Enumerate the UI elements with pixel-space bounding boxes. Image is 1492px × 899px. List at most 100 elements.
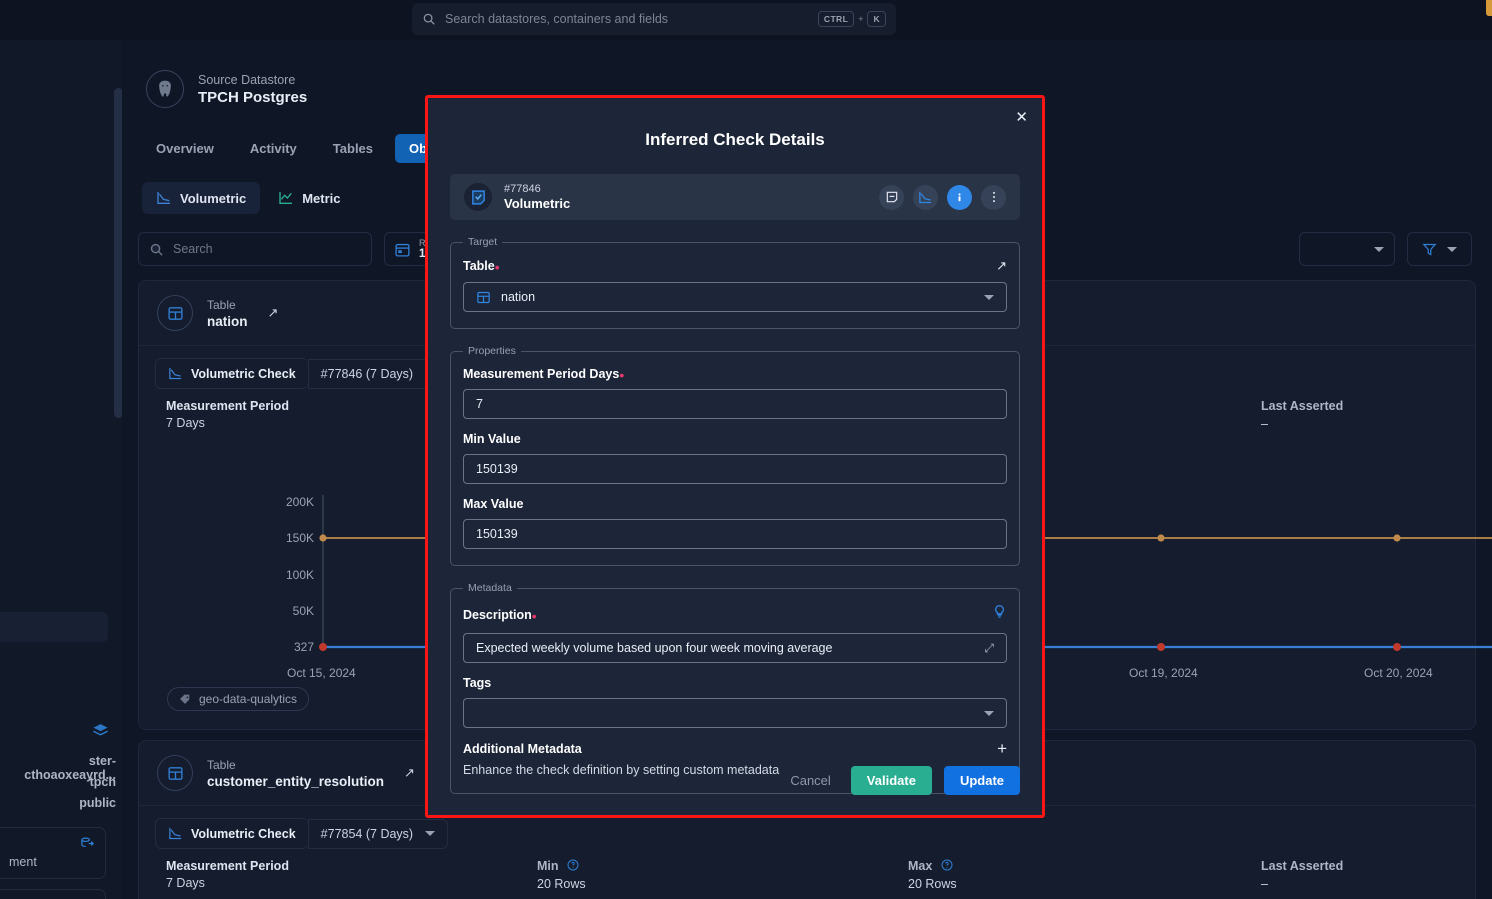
last-asserted-block: Last Asserted – (1261, 399, 1343, 431)
sidebar-selected-item[interactable] (0, 612, 108, 642)
kbd-k: K (867, 11, 886, 27)
table-select[interactable]: nation (463, 282, 1007, 312)
tags-select[interactable] (463, 698, 1007, 728)
validate-button[interactable]: Validate (850, 766, 932, 795)
measurement-period-block: Measurement Period 7 Days (166, 859, 289, 890)
datastore-title: TPCH Postgres (198, 88, 308, 106)
sidebar-db-label: tpch (89, 775, 116, 789)
filter-icon (1422, 243, 1437, 256)
open-target-external-icon[interactable]: ↗ (996, 258, 1007, 274)
help-icon[interactable] (567, 859, 579, 873)
card-table-name: customer_entity_resolution (207, 773, 385, 789)
min-value-input[interactable]: 150139 (463, 454, 1007, 484)
sort-select[interactable] (1299, 232, 1395, 266)
sidebar-box-enrichment-label: ment (9, 855, 37, 869)
update-button[interactable]: Update (943, 766, 1020, 795)
kbd-plus: + (858, 14, 864, 24)
check-type-label: Volumetric Check (191, 366, 296, 381)
close-icon[interactable]: ✕ (1015, 108, 1028, 126)
measurement-period-value: 7 Days (166, 416, 205, 430)
sidebar-schema-label: public (79, 796, 116, 810)
add-metadata-button[interactable]: + (997, 740, 1007, 757)
volumetric-chart-icon (157, 192, 170, 204)
tab-activity[interactable]: Activity (236, 134, 311, 163)
max-value-input[interactable]: 150139 (463, 519, 1007, 549)
last-asserted-value: – (1261, 877, 1268, 891)
table-icon (167, 766, 183, 780)
lightbulb-icon (995, 605, 1004, 618)
tab-tables[interactable]: Tables (319, 134, 387, 163)
sidebar-box-enrichment[interactable]: ment (0, 827, 106, 879)
tag-label: geo-data-qualytics (199, 692, 298, 706)
subtab-metric[interactable]: Metric (264, 182, 354, 214)
measurement-period-days-value: 7 (476, 397, 483, 411)
datastore-header: Source Datastore TPCH Postgres (146, 70, 307, 108)
tag-chip[interactable]: geo-data-qualytics (167, 687, 310, 711)
sidebar-box-add[interactable]: + e (0, 889, 106, 899)
info-button[interactable] (947, 184, 972, 210)
check-search-input[interactable]: Search (138, 232, 372, 266)
description-input[interactable]: Expected weekly volume based upon four w… (463, 633, 1007, 663)
chevron-down-icon (1447, 246, 1457, 252)
top-bar: Search datastores, containers and fields… (0, 0, 1492, 38)
metadata-legend: Metadata (468, 582, 512, 594)
check-search-placeholder: Search (173, 242, 213, 256)
max-value-label: Max Value (463, 497, 524, 511)
check-id-label: #77854 (7 Days) (320, 826, 414, 841)
modal-highlight-outline: ✕ Inferred Check Details #77846 Volumetr… (425, 95, 1045, 818)
database-arrow-icon (80, 836, 95, 856)
measurement-period-days-input[interactable]: 7 (463, 389, 1007, 419)
volumetric-chart-icon (169, 827, 182, 840)
measurement-period-label: Measurement Period (166, 399, 289, 413)
min-label-row: Min (537, 859, 586, 873)
volumetric-chart-icon (169, 367, 182, 380)
metadata-fieldset: Metadata Description • Expected weekly v… (450, 582, 1020, 794)
card-kicker: Table (207, 757, 236, 772)
filter-button[interactable] (1407, 232, 1472, 266)
chevron-down-icon (984, 710, 994, 716)
check-type-pill: Volumetric Check (155, 818, 308, 849)
check-summary-text: #77846 Volumetric (504, 183, 570, 211)
max-label-row: Max (908, 859, 957, 873)
min-value: 20 Rows (537, 877, 586, 891)
additional-metadata-title: Additional Metadata (463, 741, 582, 756)
global-search-input[interactable]: Search datastores, containers and fields… (412, 3, 896, 35)
cancel-button[interactable]: Cancel (782, 767, 838, 794)
min-value-label: Min Value (463, 432, 521, 446)
kbd-ctrl: CTRL (817, 11, 855, 27)
card-table-name: nation (207, 313, 248, 329)
expand-description-icon[interactable]: ⤢ (984, 641, 994, 656)
subtab-volumetric[interactable]: Volumetric (142, 182, 261, 214)
search-icon (423, 13, 435, 25)
table-label-row: Table • ↗ (463, 258, 1007, 275)
note-button[interactable] (879, 184, 904, 210)
x-tick-3: Oct 19, 2024 (1129, 666, 1198, 680)
check-id-dropdown[interactable]: #77854 (7 Days) (307, 818, 449, 849)
volumetric-chart-icon (919, 191, 932, 203)
open-table-external-icon[interactable]: ↗ (268, 305, 279, 321)
dialog-title: Inferred Check Details (645, 130, 825, 149)
open-table-external-icon[interactable]: ↗ (404, 765, 415, 781)
table-icon-circle (157, 755, 193, 791)
more-options-button[interactable] (981, 184, 1006, 210)
checked-document-icon (471, 189, 485, 205)
tab-overview[interactable]: Overview (142, 134, 228, 163)
additional-metadata-row: Additional Metadata + (463, 740, 1007, 757)
min-value-text: 150139 (476, 462, 518, 476)
table-icon (167, 306, 183, 320)
min-label: Min (537, 859, 559, 873)
properties-legend: Properties (468, 345, 516, 357)
check-id-label: #77846 (7 Days) (320, 366, 414, 381)
min-stat-block: Min 20 Rows (537, 859, 586, 891)
target-fieldset: Target Table • ↗ nation (450, 236, 1020, 329)
card-title-block: Table nation (207, 298, 248, 329)
chart-button[interactable] (913, 184, 938, 210)
help-icon[interactable] (941, 859, 953, 873)
x-tick-4: Oct 20, 2024 (1364, 666, 1433, 680)
tag-icon (180, 694, 190, 704)
suggest-description-button[interactable] (992, 604, 1007, 625)
target-legend: Target (468, 236, 498, 248)
inferred-check-details-dialog: ✕ Inferred Check Details #77846 Volumetr… (428, 98, 1042, 815)
table-icon (477, 291, 490, 303)
info-icon (958, 192, 961, 201)
